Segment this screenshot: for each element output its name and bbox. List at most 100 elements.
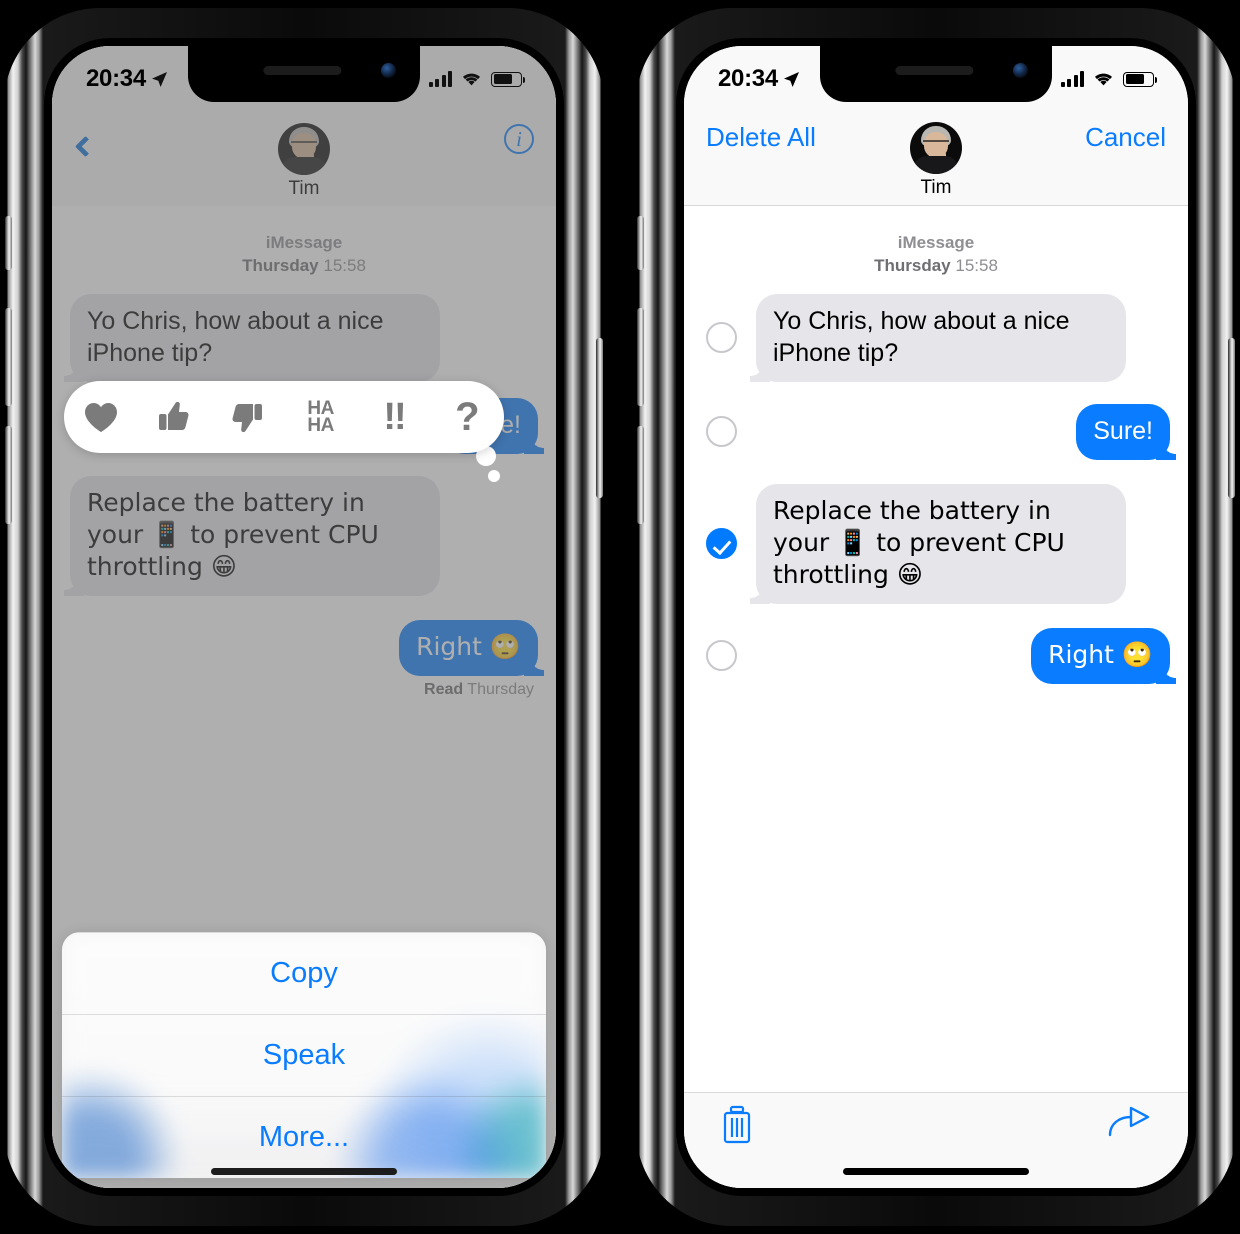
more-action[interactable]: More... bbox=[62, 1096, 546, 1178]
wifi-icon bbox=[463, 73, 480, 86]
timestamp-time: 15:58 bbox=[955, 255, 998, 275]
contact-avatar bbox=[910, 122, 962, 174]
message-select-checkbox[interactable] bbox=[706, 640, 737, 672]
volume-up-button[interactable] bbox=[637, 308, 644, 406]
timestamp-day: Thursday bbox=[874, 255, 951, 275]
bubble-container: Yo Chris, how about a nice iPhone tip? bbox=[70, 293, 538, 382]
home-indicator[interactable] bbox=[843, 1168, 1029, 1175]
trash-icon bbox=[723, 1105, 751, 1144]
mute-switch[interactable] bbox=[5, 216, 12, 270]
message-row: Right 🙄 bbox=[52, 619, 556, 676]
trash-button[interactable] bbox=[720, 1105, 754, 1145]
volume-down-button[interactable] bbox=[5, 426, 12, 524]
thumbs-up-icon[interactable] bbox=[145, 390, 203, 444]
timestamp-time: 15:58 bbox=[323, 255, 366, 275]
battery-icon bbox=[1123, 71, 1157, 87]
notch bbox=[820, 46, 1052, 102]
bubble-container: Replace the battery in your 📱 to prevent… bbox=[756, 483, 1170, 604]
right-phone-device: iMessage Thursday 15:58 Yo Chris, how ab… bbox=[636, 8, 1236, 1226]
mute-switch[interactable] bbox=[637, 216, 644, 270]
delete-all-button[interactable]: Delete All bbox=[706, 122, 816, 195]
tapback-reaction-bar[interactable]: HA HA !! ? bbox=[64, 381, 504, 453]
forward-arrow-icon bbox=[1108, 1106, 1150, 1137]
bubble-container: Sure! bbox=[756, 403, 1176, 460]
message-bubble-incoming[interactable]: Replace the battery in your 📱 to prevent… bbox=[756, 483, 1126, 604]
info-button[interactable]: i bbox=[474, 124, 534, 196]
delete-all-label: Delete All bbox=[706, 122, 816, 152]
message-bubble-incoming[interactable]: Yo Chris, how about a nice iPhone tip? bbox=[70, 293, 440, 382]
selectable-message-row[interactable]: Right 🙄 bbox=[684, 627, 1188, 684]
message-bubble-outgoing[interactable]: Sure! bbox=[1076, 403, 1176, 460]
service-label: iMessage bbox=[897, 233, 975, 252]
cancel-button[interactable]: Cancel bbox=[1085, 122, 1166, 195]
screenshot-canvas: iMessage Thursday 15:58 Yo Chris, how ab… bbox=[0, 0, 1240, 1234]
right-phone-screen: iMessage Thursday 15:58 Yo Chris, how ab… bbox=[684, 46, 1188, 1188]
bubble-container: Right 🙄 bbox=[70, 619, 544, 676]
cancel-label: Cancel bbox=[1085, 122, 1166, 152]
contact-name: Tim bbox=[920, 177, 952, 198]
message-select-checkbox[interactable] bbox=[706, 322, 737, 354]
earpiece-speaker bbox=[895, 66, 974, 75]
heart-icon[interactable] bbox=[72, 390, 130, 444]
info-circle-icon: i bbox=[504, 124, 534, 154]
message-bubble-outgoing[interactable]: Right 🙄 bbox=[1031, 627, 1176, 684]
notch bbox=[188, 46, 420, 102]
earpiece-speaker bbox=[263, 66, 342, 75]
receipt-time: Thursday bbox=[467, 680, 534, 698]
haha-label: HA HA bbox=[307, 397, 334, 436]
contact-name: Tim bbox=[288, 178, 320, 199]
message-bubble-incoming[interactable]: Yo Chris, how about a nice iPhone tip? bbox=[756, 293, 1126, 382]
bubble-container: Right 🙄 bbox=[756, 627, 1176, 684]
status-time: 20:34 bbox=[718, 65, 800, 93]
message-select-checkbox[interactable] bbox=[706, 416, 737, 448]
forward-button[interactable] bbox=[1108, 1105, 1152, 1139]
power-button[interactable] bbox=[1228, 338, 1235, 498]
status-time: 20:34 bbox=[86, 65, 168, 93]
left-phone-bezel: iMessage Thursday 15:58 Yo Chris, how ab… bbox=[44, 38, 564, 1196]
selectable-message-row[interactable]: Yo Chris, how about a nice iPhone tip? bbox=[684, 293, 1188, 382]
power-button[interactable] bbox=[596, 338, 603, 498]
left-conversation-timestamp: iMessage Thursday 15:58 bbox=[52, 232, 556, 278]
left-phone-screen: iMessage Thursday 15:58 Yo Chris, how ab… bbox=[52, 46, 556, 1188]
tapback-tail-small bbox=[488, 470, 500, 482]
message-bubble-outgoing[interactable]: Right 🙄 bbox=[399, 619, 544, 676]
contact-header[interactable]: Tim bbox=[910, 122, 962, 199]
back-button[interactable] bbox=[74, 135, 134, 196]
volume-up-button[interactable] bbox=[5, 308, 12, 406]
front-camera-icon bbox=[1013, 63, 1028, 78]
right-message-list: iMessage Thursday 15:58 Yo Chris, how ab… bbox=[684, 206, 1188, 1188]
right-phone-bezel: iMessage Thursday 15:58 Yo Chris, how ab… bbox=[676, 38, 1196, 1196]
back-chevron-icon bbox=[74, 135, 97, 158]
home-indicator[interactable] bbox=[211, 1168, 397, 1175]
volume-down-button[interactable] bbox=[637, 426, 644, 524]
wifi-icon bbox=[1095, 73, 1112, 86]
right-conversation-timestamp: iMessage Thursday 15:58 bbox=[684, 232, 1188, 278]
copy-action[interactable]: Copy bbox=[62, 932, 546, 1014]
selection-slot bbox=[702, 322, 756, 354]
left-phone-device: iMessage Thursday 15:58 Yo Chris, how ab… bbox=[4, 8, 604, 1226]
speak-action[interactable]: Speak bbox=[62, 1014, 546, 1096]
bubble-container: Yo Chris, how about a nice iPhone tip? bbox=[756, 293, 1170, 382]
cellular-signal-icon bbox=[1060, 71, 1084, 87]
thumbs-down-icon[interactable] bbox=[218, 390, 276, 444]
location-arrow-icon bbox=[783, 71, 799, 87]
message-bubble-incoming[interactable]: Replace the battery in your 📱 to prevent… bbox=[70, 475, 440, 596]
message-row: Replace the battery in your 📱 to prevent… bbox=[52, 475, 556, 596]
bubble-container: Replace the battery in your 📱 to prevent… bbox=[70, 475, 538, 596]
selectable-message-row[interactable]: Sure! bbox=[684, 403, 1188, 460]
haha-icon[interactable]: HA HA bbox=[292, 390, 350, 444]
selection-slot bbox=[702, 528, 756, 560]
contact-header[interactable]: Tim bbox=[278, 123, 330, 200]
message-select-checkbox-checked[interactable] bbox=[706, 528, 737, 560]
timestamp-day: Thursday bbox=[242, 255, 319, 275]
receipt-status: Read bbox=[424, 680, 464, 698]
question-label: ? bbox=[455, 395, 480, 439]
selectable-message-row[interactable]: Replace the battery in your 📱 to prevent… bbox=[684, 483, 1188, 604]
question-icon[interactable]: ? bbox=[438, 390, 496, 444]
exclamation-icon[interactable]: !! bbox=[365, 390, 423, 444]
selection-slot bbox=[702, 416, 756, 448]
delivery-receipt: Read Thursday bbox=[52, 676, 556, 699]
front-camera-icon bbox=[381, 63, 396, 78]
location-arrow-icon bbox=[151, 71, 167, 87]
cellular-signal-icon bbox=[428, 71, 452, 87]
